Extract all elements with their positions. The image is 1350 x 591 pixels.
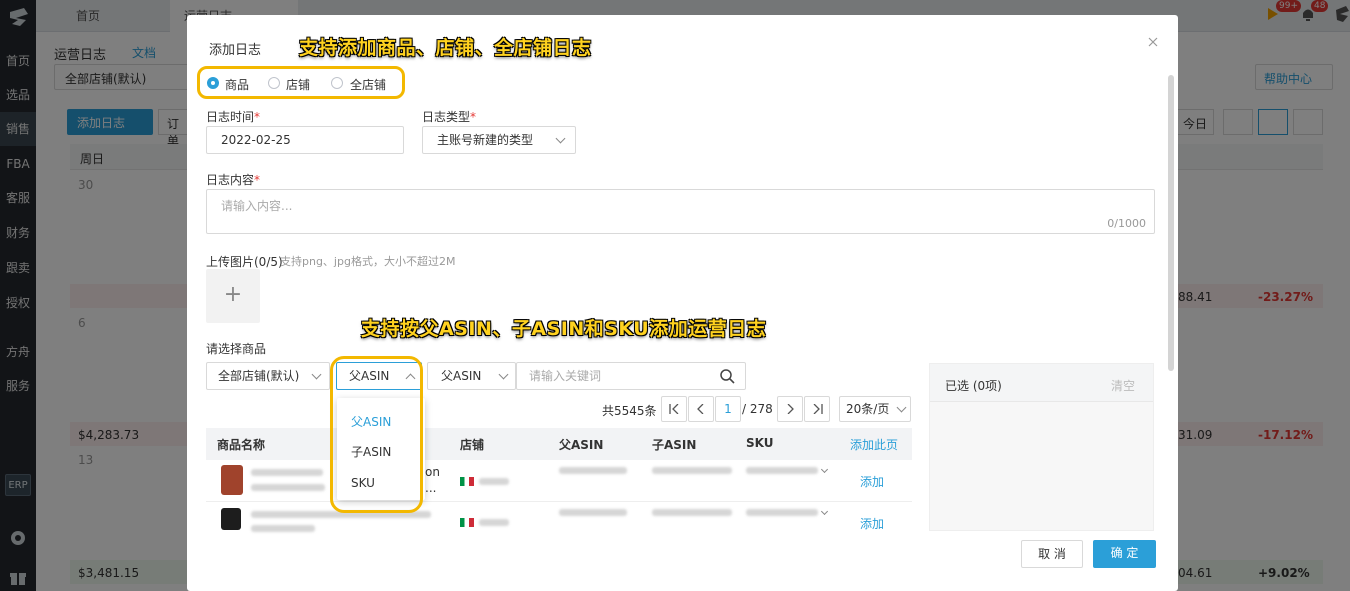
required-mark: *	[254, 173, 261, 187]
annotation-scope: 支持添加商品、店铺、全店铺日志	[299, 37, 592, 59]
page-current: 1	[724, 402, 732, 416]
col-sku: SKU	[746, 436, 774, 450]
last-page-button[interactable]	[804, 396, 830, 422]
page-size-select[interactable]: 20条/页	[839, 396, 911, 422]
filter-store-select[interactable]: 全部店铺(默认)	[206, 362, 330, 390]
scrollbar[interactable]	[1168, 75, 1174, 371]
type-label-text: 日志类型	[422, 110, 471, 124]
radio-all-stores[interactable]	[331, 77, 343, 89]
product-thumbnail	[221, 465, 243, 495]
page-total: / 278	[742, 402, 773, 416]
store-name-blurred	[479, 478, 509, 485]
product-name-ellipsis: ...	[425, 481, 437, 495]
total-count: 共5545条	[602, 404, 657, 418]
prev-icon	[697, 404, 704, 414]
cancel-button[interactable]: 取 消	[1021, 540, 1083, 568]
parent-asin-blurred	[559, 509, 627, 516]
filter-store-value: 全部店铺(默认)	[218, 369, 300, 383]
italy-flag-icon	[460, 518, 474, 527]
next-page-button[interactable]	[777, 396, 803, 422]
radio-product-label: 商品	[225, 78, 250, 92]
plus-icon: +	[223, 282, 243, 307]
annotation-asin: 支持按父ASIN、子ASIN和SKU添加运营日志	[361, 318, 767, 340]
product-name-blurred	[251, 525, 315, 532]
add-log-dialog: 添加日志 商品 店铺 全店铺 支持添加商品、店铺、全店铺日志 日志时间* 202…	[187, 15, 1178, 591]
add-row-link[interactable]: 添加	[860, 473, 884, 490]
date-input[interactable]: 2022-02-25	[206, 126, 404, 154]
required-mark: *	[254, 110, 261, 124]
store-name-blurred	[479, 519, 509, 526]
sku-blurred	[746, 509, 818, 516]
col-product-name: 商品名称	[217, 438, 266, 452]
clear-button[interactable]: 清空	[1111, 377, 1135, 394]
content-textarea[interactable]: 请输入内容... 0/1000	[206, 189, 1155, 234]
content-label: 日志内容*	[206, 171, 260, 188]
radio-all-stores-label: 全店铺	[350, 78, 387, 92]
page-number-input[interactable]: 1	[715, 396, 741, 422]
content-counter: 0/1000	[1107, 217, 1146, 230]
prev-page-button[interactable]	[688, 396, 714, 422]
italy-flag-icon	[460, 477, 474, 486]
search-input[interactable]: 请输入关键词	[516, 362, 746, 390]
close-icon[interactable]	[1148, 37, 1158, 47]
search-placeholder: 请输入关键词	[529, 369, 602, 383]
col-child-asin: 子ASIN	[652, 438, 697, 452]
filter-type2-value: 父ASIN	[441, 369, 482, 383]
first-page-button[interactable]	[661, 396, 687, 422]
product-name-tail: on	[425, 465, 440, 479]
filter-type2-select[interactable]: 父ASIN	[427, 362, 516, 390]
child-asin-blurred	[652, 467, 732, 474]
chevron-down-icon	[498, 369, 509, 380]
add-row-link[interactable]: 添加	[860, 515, 884, 532]
search-icon[interactable]	[720, 369, 735, 384]
type-label: 日志类型*	[422, 108, 476, 125]
type-select-value: 主账号新建的类型	[437, 133, 534, 147]
first-page-icon	[669, 404, 679, 414]
chevron-down-icon	[311, 369, 322, 380]
radio-store[interactable]	[268, 77, 280, 89]
confirm-button[interactable]: 确 定	[1093, 540, 1156, 568]
page-size-value: 20条/页	[846, 402, 890, 416]
selected-panel: 已选 (0项) 清空	[929, 363, 1154, 531]
asin-highlight-box	[330, 356, 423, 513]
chevron-down-icon	[555, 133, 566, 144]
upload-label: 上传图片(0/5)	[206, 255, 283, 269]
content-label-text: 日志内容	[206, 173, 255, 187]
content-placeholder: 请输入内容...	[221, 199, 293, 213]
type-select[interactable]: 主账号新建的类型	[422, 126, 576, 154]
next-icon	[787, 404, 794, 414]
radio-product[interactable]	[207, 77, 219, 89]
add-page-link[interactable]: 添加此页	[850, 436, 898, 453]
parent-asin-blurred	[559, 467, 627, 474]
product-name-blurred	[251, 469, 323, 476]
radio-store-label: 店铺	[286, 78, 311, 92]
upload-hint: 支持png、jpg格式，大小不超过2M	[280, 255, 456, 268]
date-label-text: 日志时间	[206, 110, 255, 124]
selected-count: 已选 (0项)	[945, 379, 1002, 393]
product-thumbnail	[221, 508, 241, 530]
product-label: 请选择商品	[206, 342, 267, 356]
date-input-value: 2022-02-25	[221, 133, 291, 147]
child-asin-blurred	[652, 509, 732, 516]
product-name-blurred	[251, 484, 325, 491]
upload-button[interactable]: +	[206, 269, 260, 323]
required-mark: *	[470, 110, 477, 124]
col-parent-asin: 父ASIN	[559, 438, 604, 452]
col-store: 店铺	[460, 438, 485, 452]
last-page-icon	[813, 404, 823, 414]
dialog-title: 添加日志	[209, 43, 262, 58]
chevron-down-icon	[896, 402, 907, 413]
date-label: 日志时间*	[206, 108, 260, 125]
sku-blurred	[746, 467, 818, 474]
